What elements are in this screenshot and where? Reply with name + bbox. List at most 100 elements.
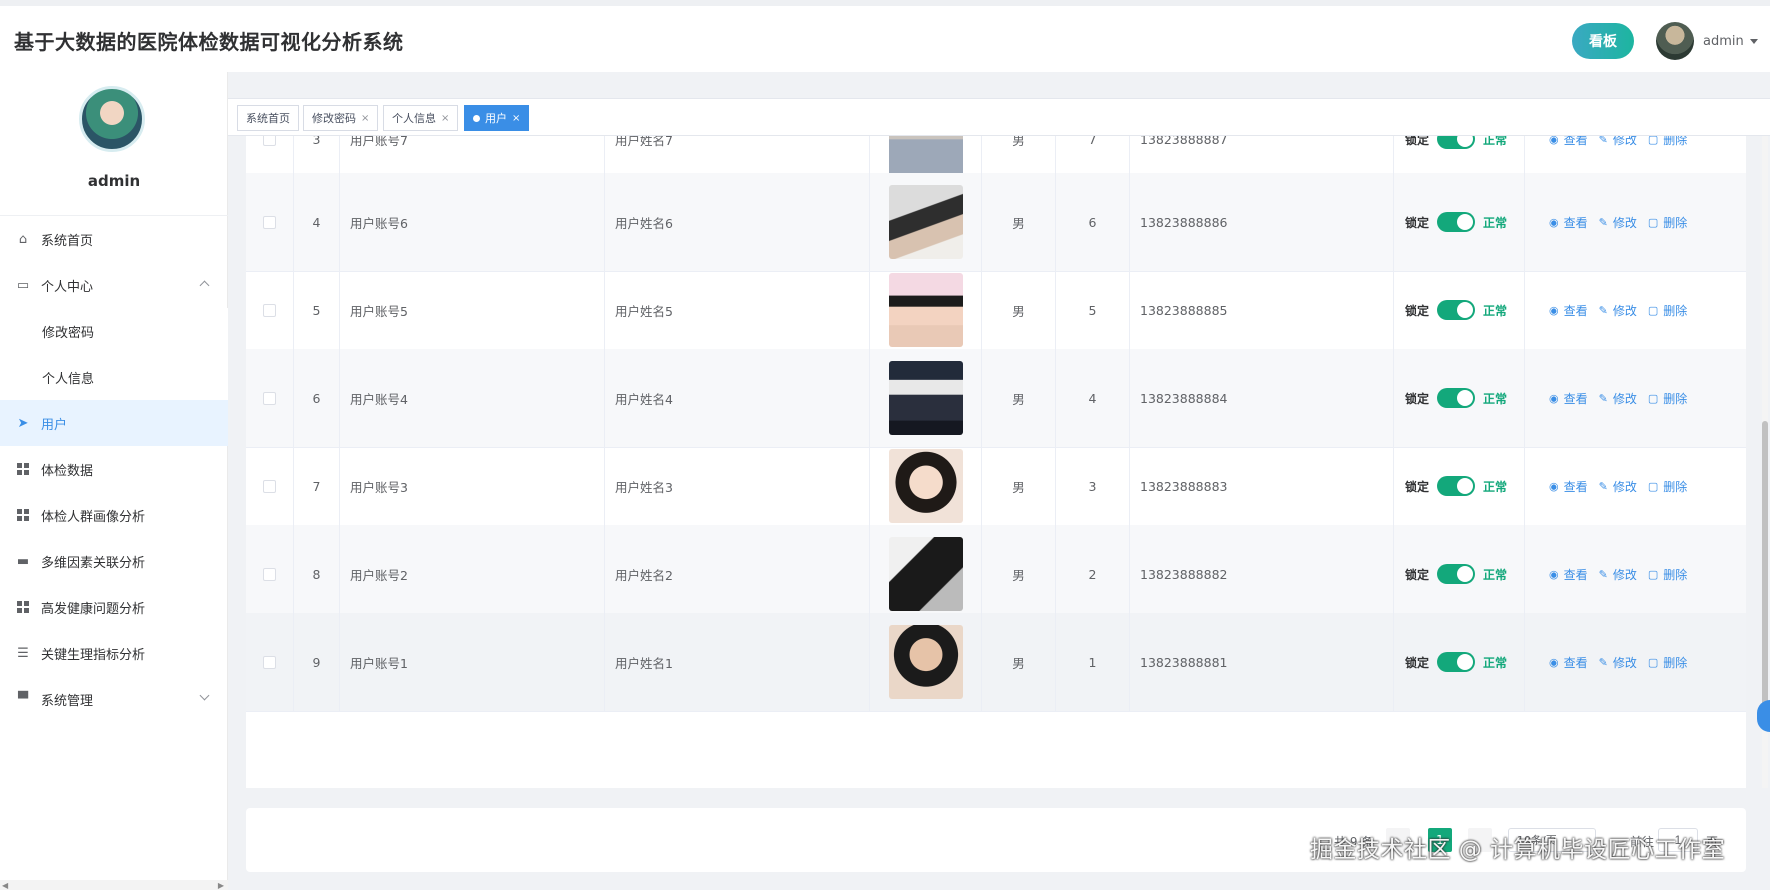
row-checkbox[interactable] (263, 391, 276, 405)
row-checkbox[interactable] (263, 303, 276, 317)
trash-icon: ▢ (1647, 303, 1659, 317)
scrollbar-thumb[interactable] (1762, 421, 1768, 721)
sidebar-item-exam-data[interactable]: 体检数据 (0, 446, 228, 492)
delete-button[interactable]: ▢ 删除 (1648, 566, 1687, 583)
view-button[interactable]: ◉ 查看 (1549, 214, 1588, 231)
pencil-icon: ✎ (1598, 655, 1608, 669)
sidebar-item-label: 个人信息 (42, 371, 95, 387)
status-toggle[interactable] (1437, 136, 1476, 149)
user-sex: 男 (982, 525, 1056, 623)
user-age: 4 (1056, 349, 1130, 447)
row-index: 4 (294, 173, 340, 271)
float-toggle-button[interactable] (1757, 700, 1770, 732)
user-photo[interactable] (888, 273, 963, 347)
user-photo[interactable] (888, 625, 963, 699)
delete-button[interactable]: ▢ 删除 (1648, 390, 1687, 407)
row-checkbox[interactable] (263, 136, 276, 146)
delete-button[interactable]: ▢ 删除 (1648, 136, 1687, 148)
sidebar-item-key-indicators[interactable]: ☰ 关键生理指标分析 (0, 630, 228, 676)
tab-users[interactable]: 用户 × (464, 105, 530, 131)
view-button[interactable]: ◉ 查看 (1549, 478, 1588, 495)
vertical-scrollbar[interactable] (1762, 136, 1768, 788)
delete-button[interactable]: ▢ 删除 (1648, 478, 1687, 495)
sidebar-item-factor-correlation[interactable]: ▬ 多维因素关联分析 (0, 538, 228, 584)
close-icon[interactable]: × (441, 113, 449, 124)
edit-button[interactable]: ✎ 修改 (1599, 302, 1637, 319)
edit-button[interactable]: ✎ 修改 (1599, 136, 1637, 148)
user-photo[interactable] (888, 361, 963, 435)
header-avatar[interactable] (1656, 22, 1694, 60)
status-label: 正常 (1483, 215, 1508, 230)
delete-button[interactable]: ▢ 删除 (1648, 302, 1687, 319)
table-row: 6 用户账号4 用户姓名4 男 4 13823888884 锁定 正常 ◉ 查看 … (246, 349, 1746, 448)
active-dot-icon (473, 114, 480, 122)
tab-change-password[interactable]: 修改密码 × (303, 105, 379, 131)
user-name: 用户姓名4 (605, 349, 870, 447)
tab-home[interactable]: 系统首页 (237, 105, 299, 131)
sidebar-item-personal-info[interactable]: 个人信息 (0, 354, 228, 400)
view-label: 查看 (1563, 391, 1588, 406)
sidebar-item-users[interactable]: ➤ 用户 (0, 400, 228, 446)
user-account: 用户账号1 (340, 613, 605, 711)
tab-personal-info[interactable]: 个人信息 × (383, 105, 459, 131)
sidebar-item-change-password[interactable]: 修改密码 (0, 308, 228, 354)
status-toggle[interactable] (1437, 388, 1476, 408)
eye-icon: ◉ (1549, 303, 1559, 317)
pencil-icon: ✎ (1598, 567, 1608, 581)
pencil-icon: ✎ (1598, 303, 1608, 317)
edit-button[interactable]: ✎ 修改 (1599, 654, 1637, 671)
edit-button[interactable]: ✎ 修改 (1599, 390, 1637, 407)
board-button[interactable]: 看板 (1572, 23, 1634, 59)
sidebar-item-personal-center[interactable]: ▭ 个人中心 (0, 262, 228, 308)
status-toggle[interactable] (1437, 212, 1476, 232)
close-icon[interactable]: × (361, 113, 369, 124)
status-toggle[interactable] (1437, 300, 1476, 320)
edit-label: 修改 (1612, 567, 1637, 582)
view-button[interactable]: ◉ 查看 (1549, 390, 1588, 407)
sidebar-item-health-issues[interactable]: 高发健康问题分析 (0, 584, 228, 630)
row-index: 5 (294, 261, 340, 359)
row-checkbox[interactable] (263, 567, 276, 581)
status-toggle[interactable] (1437, 652, 1476, 672)
status-toggle[interactable] (1437, 564, 1476, 584)
sidebar-item-label: 个人中心 (41, 279, 94, 295)
edit-button[interactable]: ✎ 修改 (1599, 478, 1637, 495)
scroll-right-icon[interactable]: ▶ (218, 881, 224, 890)
scroll-left-icon[interactable]: ◀ (2, 881, 8, 890)
sidebar-horizontal-scrollbar[interactable]: ◀ ▶ (0, 880, 228, 890)
view-button[interactable]: ◉ 查看 (1549, 654, 1588, 671)
delete-button[interactable]: ▢ 删除 (1648, 214, 1687, 231)
user-photo[interactable] (888, 537, 963, 611)
user-photo[interactable] (888, 185, 963, 259)
user-phone: 13823888884 (1130, 349, 1394, 447)
sidebar-username: admin (87, 172, 141, 190)
lock-label: 锁定 (1405, 655, 1430, 670)
tab-label: 用户 (485, 112, 507, 125)
sidebar-item-population-portrait[interactable]: 体检人群画像分析 (0, 492, 228, 538)
view-button[interactable]: ◉ 查看 (1549, 302, 1588, 319)
view-button[interactable]: ◉ 查看 (1549, 566, 1588, 583)
trash-icon: ▢ (1647, 479, 1659, 493)
sidebar-item-label: 系统管理 (41, 693, 94, 709)
user-photo[interactable] (888, 136, 963, 176)
status-toggle[interactable] (1437, 476, 1476, 496)
eye-icon: ◉ (1549, 391, 1559, 405)
view-button[interactable]: ◉ 查看 (1549, 136, 1588, 148)
row-index: 6 (294, 349, 340, 447)
sidebar-item-label: 体检数据 (41, 463, 94, 479)
view-label: 查看 (1563, 479, 1588, 494)
row-checkbox[interactable] (263, 655, 276, 669)
close-icon[interactable]: × (512, 113, 520, 124)
row-checkbox[interactable] (263, 479, 276, 493)
tab-label: 修改密码 (312, 112, 356, 125)
sidebar-item-home[interactable]: ⌂ 系统首页 (0, 216, 228, 262)
status-label: 正常 (1483, 391, 1508, 406)
row-checkbox[interactable] (263, 215, 276, 229)
sidebar-item-system-management[interactable]: ▀ 系统管理 (0, 676, 228, 722)
user-dropdown[interactable]: admin (1703, 34, 1758, 49)
trash-icon: ▢ (1647, 215, 1659, 229)
user-photo[interactable] (888, 449, 963, 523)
edit-button[interactable]: ✎ 修改 (1599, 214, 1637, 231)
edit-button[interactable]: ✎ 修改 (1599, 566, 1637, 583)
delete-button[interactable]: ▢ 删除 (1648, 654, 1687, 671)
